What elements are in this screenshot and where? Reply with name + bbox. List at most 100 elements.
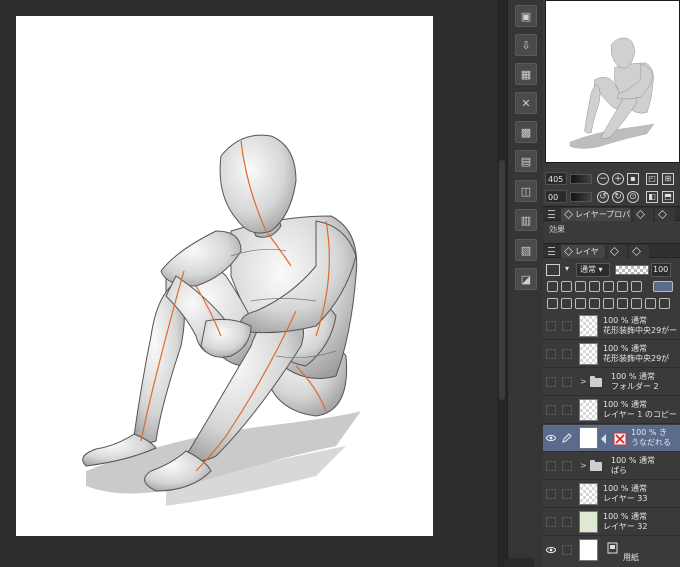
folder-row[interactable]: > 100 % 通常 ぱら bbox=[543, 453, 680, 480]
copy-layer-icon[interactable] bbox=[617, 298, 628, 309]
canvas-paper[interactable] bbox=[16, 16, 433, 536]
clip-icon[interactable] bbox=[547, 281, 558, 292]
eye-icon[interactable] bbox=[546, 545, 556, 555]
3d-mannequin-figure[interactable] bbox=[16, 16, 433, 536]
edit-toggle[interactable] bbox=[562, 377, 572, 387]
zoom-out-icon[interactable]: − bbox=[597, 173, 609, 185]
edit-toggle[interactable] bbox=[562, 489, 572, 499]
scrollbar-thumb[interactable] bbox=[499, 160, 505, 400]
folder-row[interactable]: > 100 % 通常 フォルダー 2 bbox=[543, 369, 680, 396]
zoom-slider[interactable] bbox=[570, 174, 592, 184]
canvas-area[interactable] bbox=[0, 0, 497, 567]
layer-row[interactable]: 100 % 通常 レイヤー 33 bbox=[543, 481, 680, 508]
tab-layer[interactable]: レイヤー bbox=[561, 245, 605, 269]
rotate-right-icon[interactable]: ↻ bbox=[612, 191, 624, 203]
layer-row-selected[interactable]: 100 % き うなだれる bbox=[543, 425, 680, 452]
edit-toggle[interactable] bbox=[562, 405, 572, 415]
opacity-slider[interactable] bbox=[615, 265, 649, 275]
palette-color-icon[interactable] bbox=[653, 281, 673, 292]
layer-tab-icon bbox=[564, 247, 573, 256]
new-folder-icon[interactable] bbox=[575, 298, 586, 309]
tab-layer-property[interactable]: レイヤープロパ bbox=[561, 208, 631, 221]
layer-row[interactable]: 100 % 通常 花形装飾中央29がー bbox=[543, 313, 680, 340]
tab-material[interactable] bbox=[629, 245, 649, 258]
visibility-toggle[interactable] bbox=[546, 517, 556, 527]
visibility-toggle[interactable] bbox=[546, 377, 556, 387]
flip-vertical-icon[interactable]: ⬒ bbox=[662, 191, 674, 203]
chevron-right-icon[interactable]: > bbox=[580, 377, 587, 386]
ruler-icon[interactable] bbox=[631, 281, 642, 292]
lock-transparency-icon[interactable] bbox=[603, 281, 614, 292]
copy-icon[interactable]: ▥ bbox=[515, 209, 537, 231]
undo-history-icon bbox=[610, 247, 619, 256]
layer-tabbar: レイヤー bbox=[543, 243, 680, 269]
eye-icon[interactable] bbox=[546, 433, 556, 443]
chevron-right-icon[interactable]: > bbox=[580, 461, 587, 470]
edit-toggle[interactable] bbox=[562, 545, 572, 555]
canvas-vertical-scrollbar[interactable] bbox=[497, 0, 507, 567]
camera-icon[interactable]: ▣ bbox=[515, 5, 537, 27]
blend-mode-select[interactable]: 通常 ▾ bbox=[576, 263, 610, 277]
history-icon bbox=[636, 210, 645, 219]
tab-sub-tool[interactable] bbox=[655, 208, 675, 221]
export-icon[interactable]: ◪ bbox=[515, 268, 537, 290]
actual-size-icon[interactable]: ▪ bbox=[627, 173, 639, 185]
transfer-down-icon[interactable] bbox=[589, 298, 600, 309]
visibility-toggle[interactable] bbox=[546, 461, 556, 471]
chevron-down-icon[interactable]: ▾ bbox=[562, 264, 572, 276]
fit-window-icon[interactable]: ⊞ bbox=[662, 173, 674, 185]
layer-row[interactable]: 100 % 通常 花形装飾中央29が bbox=[543, 341, 680, 368]
panel-menu-icon[interactable] bbox=[548, 210, 555, 218]
layer-mode: 100 % 通常 bbox=[611, 372, 655, 381]
new-raster-layer-icon[interactable] bbox=[547, 298, 558, 309]
edit-toggle[interactable] bbox=[562, 517, 572, 527]
pen-icon[interactable] bbox=[562, 433, 572, 443]
layer-panel-menu-icon[interactable] bbox=[548, 247, 555, 255]
navigator-preview[interactable] bbox=[545, 0, 680, 163]
import-icon[interactable]: ⇩ bbox=[515, 34, 537, 56]
edit-toggle[interactable] bbox=[562, 349, 572, 359]
reference-icon[interactable] bbox=[561, 281, 572, 292]
reset-rotation-icon[interactable]: ⊙ bbox=[627, 191, 639, 203]
layer-color-icon[interactable] bbox=[546, 264, 560, 276]
fit-view-icon[interactable]: ◰ bbox=[646, 173, 658, 185]
zoom-value[interactable]: 405 bbox=[545, 172, 567, 185]
apply-mask-icon[interactable] bbox=[645, 298, 656, 309]
rotate-slider[interactable] bbox=[570, 192, 592, 202]
trash-icon[interactable] bbox=[659, 298, 670, 309]
draft-icon[interactable] bbox=[575, 281, 586, 292]
new-vector-layer-icon[interactable] bbox=[561, 298, 572, 309]
layer-name: 花形装飾中央29がー bbox=[603, 326, 678, 335]
combine-icon[interactable] bbox=[603, 298, 614, 309]
lock-icon[interactable] bbox=[589, 281, 600, 292]
layer-row[interactable]: 100 % 通常 レイヤー 1 のコピー bbox=[543, 397, 680, 424]
edit-toggle[interactable] bbox=[562, 461, 572, 471]
panel-resize-handle[interactable] bbox=[504, 558, 534, 567]
edit-toggle[interactable] bbox=[562, 321, 572, 331]
layer-thumbnail bbox=[579, 315, 598, 337]
opacity-value[interactable]: 100 bbox=[651, 263, 671, 277]
navigator-thumbnail bbox=[569, 37, 655, 149]
paste-icon[interactable]: ▧ bbox=[515, 239, 537, 261]
flip-horizontal-icon[interactable]: ◧ bbox=[646, 191, 658, 203]
frame-icon[interactable]: ▤ bbox=[515, 150, 537, 172]
zoom-in-icon[interactable]: + bbox=[612, 173, 624, 185]
paper-layer-row[interactable]: 用紙 bbox=[543, 537, 680, 567]
visibility-toggle[interactable] bbox=[546, 405, 556, 415]
visibility-toggle[interactable] bbox=[546, 321, 556, 331]
convert-icon[interactable]: ◫ bbox=[515, 180, 537, 202]
mask-icon[interactable] bbox=[617, 281, 628, 292]
mask-add-icon[interactable] bbox=[631, 298, 642, 309]
layer-row[interactable]: 100 % 通常 レイヤー 32 bbox=[543, 509, 680, 536]
tab-undo-history[interactable] bbox=[607, 245, 627, 258]
visibility-toggle[interactable] bbox=[546, 349, 556, 359]
clear-icon[interactable]: ✕ bbox=[515, 92, 537, 114]
rotate-left-icon[interactable]: ↺ bbox=[597, 191, 609, 203]
tab-layer-property-label: レイヤープロパ bbox=[575, 210, 631, 219]
visibility-toggle[interactable] bbox=[546, 489, 556, 499]
layer-name: レイヤー 32 bbox=[603, 522, 648, 531]
tab-history[interactable] bbox=[633, 208, 653, 221]
delete-grid-icon[interactable]: ▦ bbox=[515, 63, 537, 85]
angle-value[interactable]: 00 bbox=[545, 190, 567, 203]
screentone-icon[interactable]: ▩ bbox=[515, 121, 537, 143]
